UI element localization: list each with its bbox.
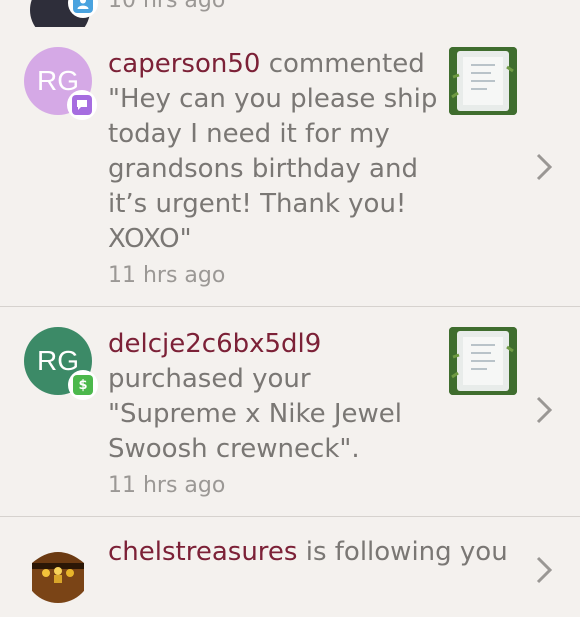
dollar-badge: $: [68, 370, 98, 400]
username-link[interactable]: caperson50: [108, 49, 260, 79]
notification-time: 10 hrs ago: [108, 0, 226, 13]
notification-time: 11 hrs ago: [108, 263, 226, 288]
person-icon: [73, 0, 93, 13]
chevron-right-icon[interactable]: [533, 555, 555, 585]
notification-time: 11 hrs ago: [108, 473, 226, 498]
avatar-initials: RG: [37, 345, 79, 376]
treasure-chest-avatar[interactable]: [24, 535, 92, 603]
chevron-right-icon[interactable]: [533, 152, 555, 182]
notification-text: delcje2c6bx5dl9 purchased your "Supreme …: [108, 327, 438, 467]
listing-thumbnail[interactable]: [449, 47, 517, 115]
username-link[interactable]: delcje2c6bx5dl9: [108, 329, 321, 359]
notification-row-partial[interactable]: 10 hrs ago: [0, 0, 580, 40]
notification-action: is following you: [305, 537, 508, 567]
notification-row-purchase[interactable]: RG $ delcje2c6bx5dl9 purchased your "Sup…: [0, 307, 580, 517]
notification-row-comment[interactable]: RG caperson50 commented "Hey can you ple…: [0, 27, 580, 307]
notification-text: chelstreasures is following you: [108, 535, 528, 570]
notification-action: purchased your: [108, 364, 311, 394]
notification-text: caperson50 commented "Hey can you please…: [108, 47, 438, 257]
dollar-icon: $: [73, 375, 93, 395]
comment-message: "Hey can you please ship today I need it…: [108, 84, 438, 254]
listing-thumbnail[interactable]: [449, 327, 517, 395]
comment-icon: [72, 95, 92, 115]
comment-badge: [67, 90, 97, 120]
chevron-right-icon[interactable]: [533, 395, 555, 425]
username-link[interactable]: chelstreasures: [108, 537, 297, 567]
notification-action: commented: [268, 49, 425, 79]
item-title: "Supreme x Nike Jewel Swoosh crewneck".: [108, 399, 403, 464]
notification-row-follow[interactable]: chelstreasures is following you: [0, 517, 580, 617]
treasure-chest-icon: [32, 552, 84, 603]
dollar-symbol: $: [78, 377, 88, 393]
